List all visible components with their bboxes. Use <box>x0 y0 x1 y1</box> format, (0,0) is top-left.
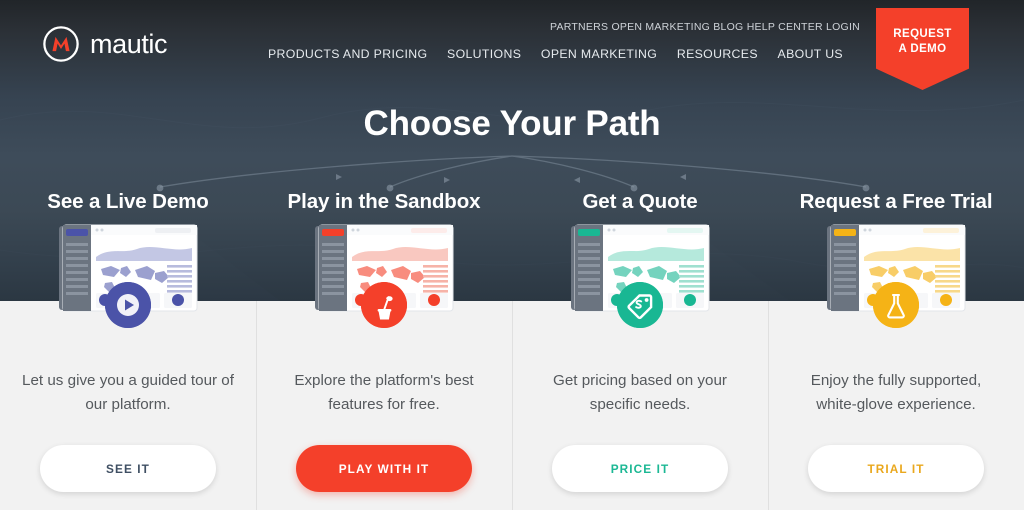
card-description-get-a-quote: Get pricing based on your specific needs… <box>553 372 727 413</box>
card-request-a-free-trial[interactable]: Enjoy the fully supported, white-glove e… <box>768 215 1024 510</box>
play-circle-icon <box>105 282 151 328</box>
price-it-button[interactable]: PRICE IT <box>552 445 728 492</box>
nav-link-resources[interactable]: RESOURCES <box>677 47 758 61</box>
logo-wordmark: mautic <box>90 28 168 59</box>
card-description-request-a-free-trial: Enjoy the fully supported, white-glove e… <box>810 372 982 413</box>
illustration-wrap <box>811 221 981 328</box>
flask-icon <box>873 282 919 328</box>
mautic-m-circle-icon <box>43 26 79 62</box>
card-heading-see-a-live-demo: See a Live Demo <box>47 190 209 213</box>
demo-badge-line2: A DEMO <box>898 43 947 55</box>
card-heading-play-in-the-sandbox: Play in the Sandbox <box>287 190 481 213</box>
page-title: Choose Your Path <box>363 104 661 143</box>
play-with-it-button[interactable]: PLAY WITH IT <box>296 445 472 492</box>
nav-link-about-us[interactable]: ABOUT US <box>778 47 843 61</box>
card-heading-get-a-quote: Get a Quote <box>582 190 698 213</box>
card-heading-request-a-free-trial: Request a Free Trial <box>799 190 993 213</box>
sandbox-bucket-shovel-icon <box>361 282 407 328</box>
illustration-wrap <box>555 221 725 328</box>
utility-nav: PARTNERS OPEN MARKETING BLOG HELP CENTER… <box>550 21 860 33</box>
see-it-button[interactable]: SEE IT <box>40 445 216 492</box>
utility-link-login[interactable]: LOGIN <box>826 21 860 33</box>
nav-link-products-and-pricing[interactable]: PRODUCTS AND PRICING <box>268 47 427 61</box>
illustration-wrap <box>299 221 469 328</box>
main-nav: PRODUCTS AND PRICING SOLUTIONS OPEN MARK… <box>268 47 843 61</box>
utility-link-partners[interactable]: PARTNERS <box>550 21 608 33</box>
price-tag-icon <box>617 282 663 328</box>
utility-link-help-center[interactable]: HELP CENTER <box>747 21 823 33</box>
path-cards: Let us give you a guided tour of our pla… <box>0 215 1024 510</box>
illustration-wrap <box>43 221 213 328</box>
trial-it-button[interactable]: TRIAL IT <box>808 445 984 492</box>
card-headings-row: See a Live Demo Play in the Sandbox Get … <box>0 190 1024 214</box>
card-description-see-a-live-demo: Let us give you a guided tour of our pla… <box>22 372 234 413</box>
utility-link-open-marketing-blog[interactable]: OPEN MARKETING BLOG <box>611 21 743 33</box>
demo-badge-line1: REQUEST <box>893 28 952 40</box>
card-get-a-quote[interactable]: Get pricing based on your specific needs… <box>512 215 768 510</box>
card-description-play-in-the-sandbox: Explore the platform's best features for… <box>294 372 474 413</box>
nav-link-solutions[interactable]: SOLUTIONS <box>447 47 521 61</box>
request-a-demo-button[interactable]: REQUEST A DEMO <box>876 8 969 90</box>
page-root: mautic PARTNERS OPEN MARKETING BLOG HELP… <box>0 0 1024 510</box>
card-play-in-the-sandbox[interactable]: Explore the platform's best features for… <box>256 215 512 510</box>
card-see-a-live-demo[interactable]: Let us give you a guided tour of our pla… <box>0 215 256 510</box>
nav-link-open-marketing[interactable]: OPEN MARKETING <box>541 47 657 61</box>
logo[interactable]: mautic <box>42 25 168 63</box>
